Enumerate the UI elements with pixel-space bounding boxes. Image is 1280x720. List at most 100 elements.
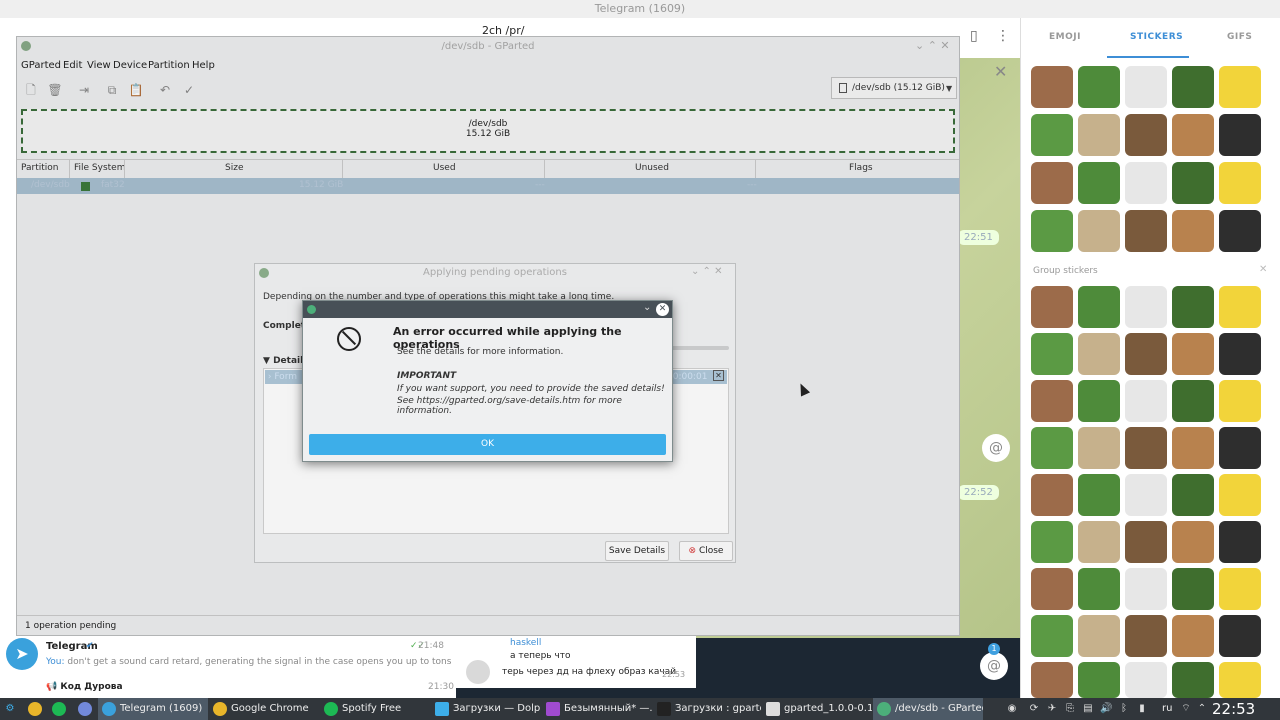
sticker[interactable] <box>1031 286 1073 328</box>
sticker[interactable] <box>1031 474 1073 516</box>
save-details-button[interactable]: Save Details <box>605 541 669 561</box>
sticker[interactable] <box>1125 286 1167 328</box>
bluetooth-icon[interactable]: ᛒ <box>1118 702 1130 716</box>
more-icon[interactable]: ⋮ <box>996 28 1010 44</box>
sticker[interactable] <box>1172 380 1214 422</box>
sticker[interactable] <box>1125 380 1167 422</box>
sticker[interactable] <box>1219 333 1261 375</box>
sticker[interactable] <box>1219 114 1261 156</box>
at-sign-icon[interactable]: @ <box>982 434 1010 462</box>
sticker[interactable] <box>1125 615 1167 657</box>
taskbar-app-gparted[interactable]: /dev/sdb - GParted <box>873 698 983 720</box>
sticker[interactable] <box>1078 568 1120 610</box>
sticker[interactable] <box>1078 333 1120 375</box>
sticker[interactable] <box>1219 66 1261 108</box>
chevron-down-icon[interactable]: ⌄ <box>643 302 651 313</box>
sticker[interactable] <box>1125 568 1167 610</box>
sticker[interactable] <box>1031 615 1073 657</box>
sticker[interactable] <box>1031 210 1073 252</box>
steam-icon[interactable]: ◉ <box>1006 702 1018 716</box>
sticker[interactable] <box>1031 521 1073 563</box>
battery-icon[interactable]: ▮ <box>1136 702 1148 716</box>
clipboard-icon[interactable]: ▤ <box>1082 702 1094 716</box>
updates-icon[interactable]: ⟳ <box>1028 702 1040 716</box>
avatar[interactable] <box>466 660 490 684</box>
sticker[interactable] <box>1125 162 1167 204</box>
sticker[interactable] <box>1078 521 1120 563</box>
sticker[interactable] <box>1125 333 1167 375</box>
sticker[interactable] <box>1125 66 1167 108</box>
sticker[interactable] <box>1078 380 1120 422</box>
close-button[interactable]: ⊗ Close <box>679 541 733 561</box>
sticker[interactable] <box>1219 286 1261 328</box>
chrome-icon[interactable] <box>28 702 42 716</box>
tab-emoji[interactable]: EMOJI <box>1049 32 1081 42</box>
chat-title[interactable]: 📢 Код Дурова <box>46 682 123 692</box>
volume-icon[interactable]: 🔊 <box>1100 702 1112 716</box>
sticker[interactable] <box>1219 615 1261 657</box>
close-icon[interactable]: ✕ <box>656 303 669 316</box>
sticker[interactable] <box>1078 162 1120 204</box>
sticker[interactable] <box>1172 162 1214 204</box>
sticker[interactable] <box>1031 380 1073 422</box>
sticker[interactable] <box>1219 474 1261 516</box>
tab-stickers[interactable]: STICKERS <box>1130 32 1183 42</box>
discord-icon[interactable] <box>78 702 92 716</box>
sticker[interactable] <box>1078 210 1120 252</box>
sticker[interactable] <box>1125 114 1167 156</box>
sticker[interactable] <box>1219 162 1261 204</box>
clock[interactable]: 22:53 <box>1212 698 1255 720</box>
message-author[interactable]: haskell <box>510 638 541 648</box>
sticker[interactable] <box>1078 662 1120 698</box>
sticker[interactable] <box>1219 427 1261 469</box>
sticker[interactable] <box>1031 662 1073 698</box>
sticker[interactable] <box>1172 333 1214 375</box>
close-icon[interactable]: ✕ <box>994 62 1007 81</box>
sticker[interactable] <box>1031 333 1073 375</box>
sticker[interactable] <box>1125 521 1167 563</box>
spotify-icon[interactable] <box>52 702 66 716</box>
telegram-tray-icon[interactable]: ✈ <box>1046 702 1058 716</box>
sticker[interactable] <box>1078 286 1120 328</box>
sticker[interactable] <box>1031 66 1073 108</box>
sticker[interactable] <box>1031 114 1073 156</box>
taskbar-app-chrome[interactable]: Google Chrome <box>209 698 319 720</box>
sticker[interactable] <box>1172 427 1214 469</box>
sticker[interactable] <box>1078 114 1120 156</box>
sticker[interactable] <box>1219 662 1261 698</box>
taskbar-app-telegram[interactable]: Telegram (1609) <box>98 698 208 720</box>
mention-button[interactable]: @ <box>980 652 1008 680</box>
taskbar-app-package[interactable]: gparted_1.0.0-0.1... <box>762 698 872 720</box>
telegram-avatar[interactable]: ➤ <box>6 638 38 670</box>
sticker[interactable] <box>1078 66 1120 108</box>
sticker[interactable] <box>1172 521 1214 563</box>
tab-gifs[interactable]: GIFS <box>1227 32 1252 42</box>
keyboard-layout[interactable]: ru <box>1162 698 1172 720</box>
sticker[interactable] <box>1172 615 1214 657</box>
ok-button[interactable]: OK <box>309 434 666 455</box>
sticker[interactable] <box>1125 427 1167 469</box>
sticker[interactable] <box>1172 568 1214 610</box>
taskbar-app-dolphin[interactable]: Загрузки — Dolp... <box>431 698 541 720</box>
chevron-up-icon[interactable]: ⌃ <box>1196 702 1208 716</box>
sticker[interactable] <box>1031 427 1073 469</box>
sticker[interactable] <box>1172 210 1214 252</box>
columns-icon[interactable]: ▯ <box>970 28 978 44</box>
sticker[interactable] <box>1219 568 1261 610</box>
sticker[interactable] <box>1078 427 1120 469</box>
sticker[interactable] <box>1078 474 1120 516</box>
sticker[interactable] <box>1125 474 1167 516</box>
sticker[interactable] <box>1172 662 1214 698</box>
network-icon[interactable]: ⌔ <box>1180 702 1192 716</box>
taskbar-app-spotify[interactable]: Spotify Free <box>320 698 430 720</box>
sticker[interactable] <box>1172 286 1214 328</box>
app-launcher-icon[interactable]: ⚙ <box>4 702 16 716</box>
close-icon[interactable]: ✕ <box>1259 264 1267 275</box>
sticker[interactable] <box>1172 474 1214 516</box>
devices-icon[interactable]: ⎘ <box>1064 702 1076 716</box>
sticker[interactable] <box>1031 162 1073 204</box>
sticker[interactable] <box>1172 66 1214 108</box>
sticker[interactable] <box>1078 615 1120 657</box>
sticker[interactable] <box>1219 521 1261 563</box>
taskbar-app-editor[interactable]: Безымянный* —... <box>542 698 652 720</box>
